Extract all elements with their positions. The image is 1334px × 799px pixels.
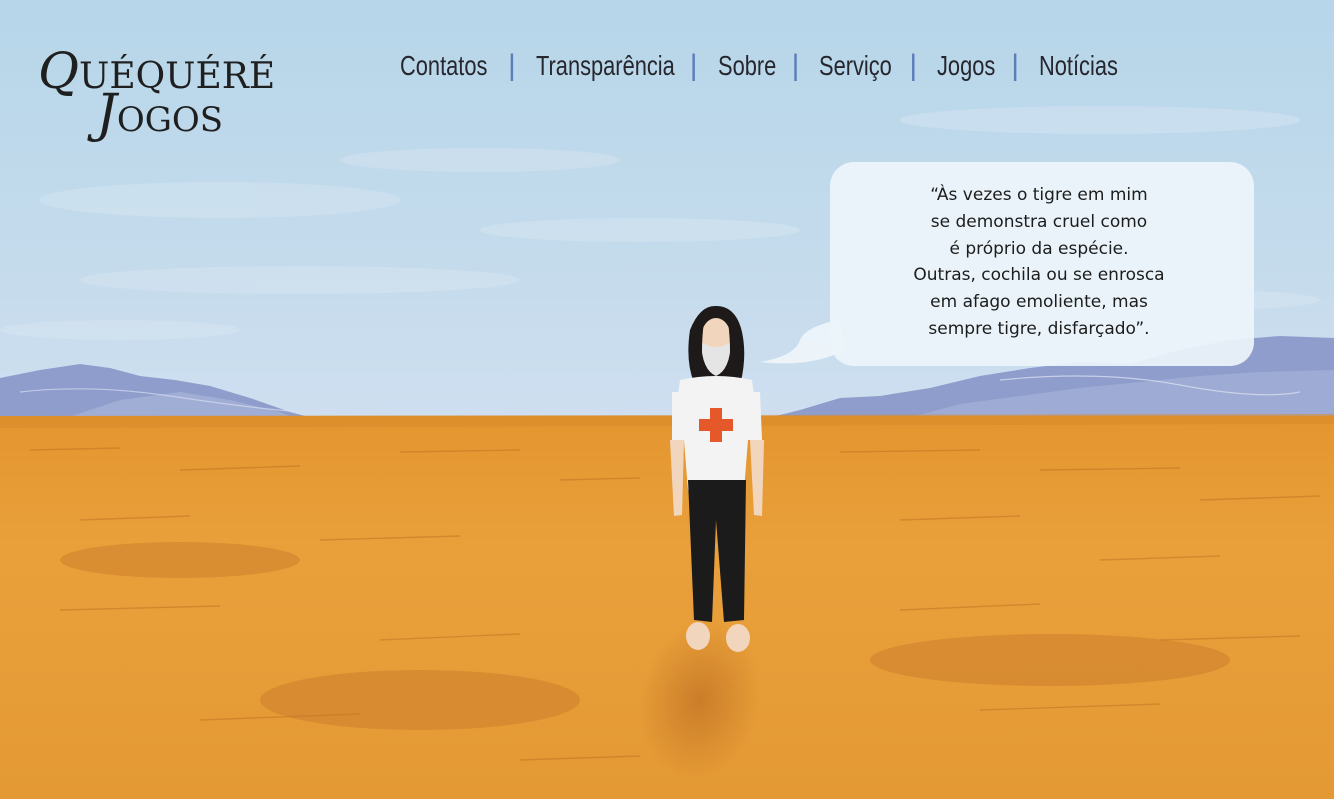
nav-separator: |: [909, 49, 918, 82]
nav-item-contatos[interactable]: Contatos: [400, 50, 487, 82]
nav-sobre-wrap: Sobre: [718, 50, 780, 82]
nav-separator: |: [508, 49, 516, 82]
logo-text-jogos: JOGOS: [96, 84, 223, 144]
site-logo[interactable]: QUÉQUÉRÉ JOGOS: [38, 40, 275, 152]
nav-item-servico[interactable]: Serviço: [819, 50, 892, 82]
nav-item-jogos[interactable]: Jogos: [937, 50, 995, 82]
nav-servico-wrap: Serviço: [819, 50, 897, 82]
nav-noticias-wrap: Notícias: [1039, 50, 1125, 82]
quote-line: em afago emoliente, mas: [930, 292, 1148, 313]
logo-initial-j: J: [96, 84, 117, 144]
nav-item-sobre[interactable]: Sobre: [718, 50, 776, 82]
nav-separator: |: [791, 49, 800, 82]
page: QUÉQUÉRÉ JOGOS Contatos | Transparência …: [0, 0, 1334, 799]
nav-separator: |: [1011, 49, 1019, 82]
nav-transparencia-wrap: Transparência: [536, 50, 678, 82]
quote-line: se demonstra cruel como: [930, 211, 1148, 232]
quote-line: “Às vezes o tigre em mim: [930, 185, 1148, 205]
nav-contatos-wrap: Contatos: [400, 50, 496, 82]
quote-line: sempre tigre, disfarçado”.: [928, 318, 1150, 339]
nav-item-transparencia[interactable]: Transparência: [536, 50, 675, 82]
nav-separator: |: [689, 49, 698, 82]
logo-initial-q: Q: [38, 42, 79, 100]
quote-line: Outras, cochila ou se enrosca: [913, 265, 1165, 286]
quote-line: é próprio da espécie.: [949, 238, 1129, 259]
logo-word-2: OGOS: [116, 100, 224, 140]
nav-item-noticias[interactable]: Notícias: [1039, 50, 1118, 82]
quote-text: “Às vezes o tigre em mim se demonstra cr…: [830, 182, 1248, 343]
nav-jogos-wrap: Jogos: [937, 50, 999, 82]
main-nav: Contatos | Transparência | Sobre | Servi…: [400, 46, 1125, 86]
